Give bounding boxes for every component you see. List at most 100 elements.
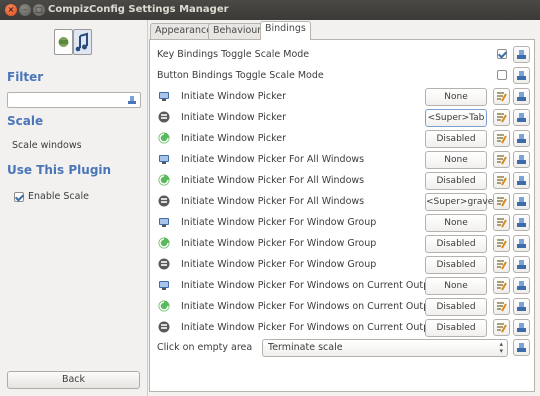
edit-icon	[497, 176, 507, 186]
edit-binding-button[interactable]	[493, 151, 510, 168]
reset-icon	[517, 50, 526, 59]
keyboard-icon	[158, 90, 170, 102]
binding-label: Initiate Window Picker For Windows on Cu…	[181, 301, 439, 312]
binding-label: Initiate Window Picker For Windows on Cu…	[181, 322, 439, 333]
minimize-window-button[interactable]: –	[19, 4, 31, 16]
edit-binding-button[interactable]	[493, 298, 510, 315]
edit-binding-button[interactable]	[493, 193, 510, 210]
binding-value-button[interactable]: <Super>grave	[425, 193, 493, 211]
edit-binding-button[interactable]	[493, 88, 510, 105]
edit-icon	[497, 239, 507, 249]
reset-button[interactable]	[513, 46, 530, 63]
reset-icon	[517, 134, 526, 143]
reset-button[interactable]	[513, 151, 530, 168]
binding-row: Initiate Window Picker For All Windows Di…	[150, 171, 536, 191]
binding-value-button[interactable]: None	[425, 88, 487, 106]
enable-scale-checkbox[interactable]	[14, 192, 24, 202]
maximize-window-button[interactable]: □	[33, 4, 45, 16]
edit-binding-button[interactable]	[493, 214, 510, 231]
binding-label: Initiate Window Picker	[181, 133, 287, 144]
reset-button[interactable]	[513, 298, 530, 315]
reset-icon	[517, 155, 526, 164]
mouse-button-icon	[158, 321, 170, 333]
pane-divider	[147, 20, 148, 396]
binding-label: Initiate Window Picker	[181, 112, 287, 123]
reset-button[interactable]	[513, 214, 530, 231]
tab-behaviour[interactable]: Behaviour	[208, 23, 267, 39]
edit-binding-button[interactable]	[493, 130, 510, 147]
binding-value-button[interactable]: Disabled	[425, 172, 487, 190]
reset-button[interactable]	[513, 67, 530, 84]
enable-scale-label: Enable Scale	[28, 191, 89, 202]
edit-binding-button[interactable]	[493, 235, 510, 252]
click-empty-select[interactable]: Terminate scale ▴ ▾	[262, 339, 508, 357]
binding-row: Initiate Window Picker For Window Group D…	[150, 234, 536, 254]
binding-row: Initiate Window Picker For Windows on Cu…	[150, 276, 536, 296]
binding-label: Initiate Window Picker For All Windows	[181, 196, 365, 207]
edit-binding-button[interactable]	[493, 256, 510, 273]
edit-binding-button[interactable]	[493, 172, 510, 189]
binding-row: Initiate Window Picker For Windows on Cu…	[150, 318, 536, 338]
click-empty-value: Terminate scale	[268, 342, 343, 353]
toggle-label: Key Bindings Toggle Scale Mode	[157, 49, 310, 60]
binding-value-button[interactable]: Disabled	[425, 319, 487, 337]
reset-button[interactable]	[513, 130, 530, 147]
tab-appearance[interactable]: Appearance	[150, 23, 218, 39]
reset-button[interactable]	[513, 256, 530, 273]
binding-value-button[interactable]: Disabled	[425, 130, 487, 148]
binding-value-button[interactable]: <Super>Tab	[425, 109, 487, 127]
clear-icon[interactable]	[127, 95, 137, 105]
reset-button[interactable]	[513, 109, 530, 126]
reset-button[interactable]	[513, 88, 530, 105]
binding-row: Initiate Window Picker <Super>Tab	[150, 108, 536, 128]
edit-binding-button[interactable]	[493, 109, 510, 126]
edit-icon	[497, 92, 507, 102]
edit-icon	[497, 113, 507, 123]
toggle-row: Button Bindings Toggle Scale Mode	[150, 66, 536, 86]
reset-button[interactable]	[513, 277, 530, 294]
reset-icon	[517, 113, 526, 122]
binding-row: Initiate Window Picker Disabled	[150, 129, 536, 149]
edit-icon	[497, 323, 507, 333]
binding-value-button[interactable]: Disabled	[425, 298, 487, 316]
binding-row: Initiate Window Picker For Window Group N…	[150, 213, 536, 233]
button-toggle-checkbox[interactable]	[497, 70, 507, 80]
scale-plugin-icon	[52, 26, 94, 60]
back-button[interactable]: Back	[7, 371, 140, 389]
plugin-heading: Scale	[7, 114, 44, 128]
toggle-label: Button Bindings Toggle Scale Mode	[157, 70, 324, 81]
edit-binding-button[interactable]	[493, 277, 510, 294]
binding-value-button[interactable]: Disabled	[425, 256, 487, 274]
binding-value-button[interactable]: None	[425, 277, 487, 295]
reset-icon	[517, 71, 526, 80]
binding-value-button[interactable]: None	[425, 214, 487, 232]
reset-button[interactable]	[513, 339, 530, 356]
edit-icon	[497, 218, 507, 228]
reset-button[interactable]	[513, 235, 530, 252]
binding-row: Initiate Window Picker For Windows on Cu…	[150, 297, 536, 317]
close-window-button[interactable]: ×	[5, 4, 17, 16]
binding-row: Initiate Window Picker For All Windows No…	[150, 150, 536, 170]
edit-binding-button[interactable]	[493, 319, 510, 336]
tab-bindings[interactable]: Bindings	[260, 21, 311, 40]
filter-input[interactable]	[7, 92, 141, 108]
reset-button[interactable]	[513, 172, 530, 189]
key-toggle-checkbox[interactable]	[497, 49, 507, 59]
plugin-description: Scale windows	[12, 140, 82, 151]
keyboard-icon	[158, 216, 170, 228]
reset-icon	[517, 302, 526, 311]
reset-button[interactable]	[513, 319, 530, 336]
screen-edge-icon	[158, 237, 170, 249]
edit-icon	[497, 134, 507, 144]
reset-icon	[517, 197, 526, 206]
screen-edge-icon	[158, 300, 170, 312]
reset-icon	[517, 218, 526, 227]
binding-label: Initiate Window Picker	[181, 91, 287, 102]
click-empty-label: Click on empty area	[157, 342, 253, 353]
binding-value-button[interactable]: None	[425, 151, 487, 169]
binding-label: Initiate Window Picker For Windows on Cu…	[181, 280, 439, 291]
binding-label: Initiate Window Picker For Window Group	[181, 217, 377, 228]
reset-icon	[517, 176, 526, 185]
binding-value-button[interactable]: Disabled	[425, 235, 487, 253]
reset-button[interactable]	[513, 193, 530, 210]
